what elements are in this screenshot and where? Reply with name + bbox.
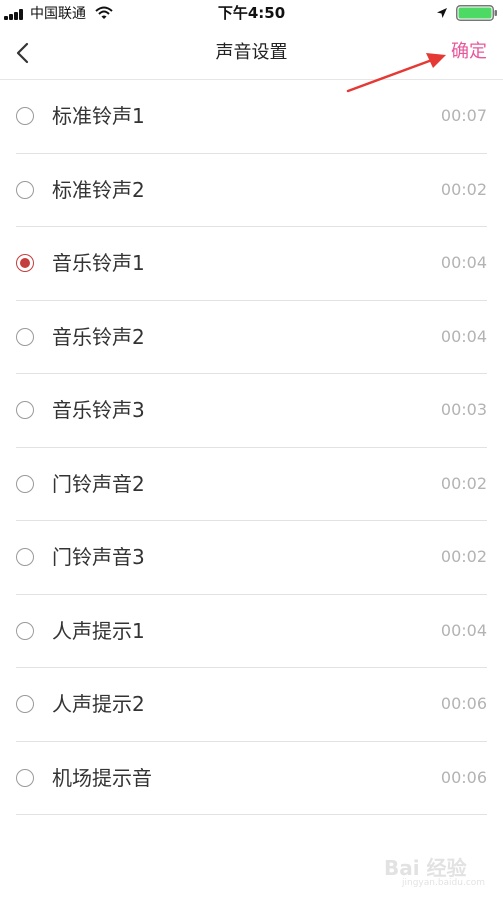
radio-unchecked-icon[interactable] bbox=[16, 327, 34, 346]
ringtone-row[interactable]: 机场提示音 00:06 bbox=[16, 742, 487, 815]
ringtone-row[interactable]: 标准铃声2 00:02 bbox=[16, 154, 487, 227]
ringtone-duration: 00:07 bbox=[440, 106, 487, 125]
status-time: 下午4:50 bbox=[217, 4, 286, 22]
radio-unchecked-icon[interactable] bbox=[16, 107, 34, 125]
ringtone-name: 音乐铃声2 bbox=[52, 324, 145, 349]
ringtone-duration: 00:06 bbox=[440, 694, 487, 713]
ringtone-name: 门铃声音2 bbox=[52, 471, 145, 496]
status-bar: 中国联通 下午4:50 bbox=[0, 0, 503, 28]
watermark-url: jingyan.baidu.com bbox=[402, 878, 486, 888]
radio-unchecked-icon[interactable] bbox=[16, 768, 34, 787]
radio-unchecked-icon[interactable] bbox=[16, 180, 34, 199]
ringtone-duration: 00:04 bbox=[440, 326, 487, 346]
ringtone-name: 门铃声音3 bbox=[52, 545, 145, 569]
ringtone-row[interactable]: 门铃声音3 00:02 bbox=[16, 521, 487, 595]
ringtone-name: 机场提示音 bbox=[52, 765, 152, 790]
ringtone-row[interactable]: 标准铃声1 00:07 bbox=[16, 80, 487, 154]
ringtone-name: 标准铃声1 bbox=[52, 104, 145, 128]
radio-unchecked-icon[interactable] bbox=[16, 401, 34, 419]
ringtone-duration: 00:04 bbox=[440, 253, 487, 272]
battery-icon bbox=[456, 5, 497, 21]
ringtone-duration: 00:02 bbox=[440, 179, 487, 199]
watermark-logo: Bai 经验 bbox=[384, 856, 467, 880]
ringtone-duration: 00:03 bbox=[440, 400, 487, 419]
ringtone-row[interactable]: 音乐铃声1 00:04 bbox=[16, 227, 487, 301]
ringtone-duration: 00:06 bbox=[440, 767, 487, 787]
radio-unchecked-icon[interactable] bbox=[16, 621, 34, 640]
location-icon bbox=[437, 8, 447, 18]
ringtone-list: 标准铃声1 00:07 标准铃声2 00:02 音乐铃声1 00:04 音乐铃声2 00:04… bbox=[0, 80, 503, 815]
radio-checked-icon[interactable] bbox=[16, 254, 34, 272]
baidu-jingyan-watermark: Bai 经验 jingyan.baidu.com bbox=[384, 848, 494, 892]
ringtone-row[interactable]: 音乐铃声2 00:04 bbox=[16, 301, 487, 374]
ringtone-name: 人声提示1 bbox=[52, 618, 145, 643]
radio-unchecked-icon[interactable] bbox=[16, 548, 34, 566]
ringtone-name: 标准铃声2 bbox=[52, 177, 145, 202]
ringtone-name: 音乐铃声3 bbox=[52, 398, 145, 422]
radio-unchecked-icon[interactable] bbox=[16, 474, 34, 493]
ringtone-name: 音乐铃声1 bbox=[52, 251, 145, 275]
ringtone-row[interactable]: 人声提示2 00:06 bbox=[16, 668, 487, 742]
ringtone-row[interactable]: 音乐铃声3 00:03 bbox=[16, 374, 487, 448]
ringtone-duration: 00:02 bbox=[440, 547, 487, 566]
ringtone-row[interactable]: 人声提示1 00:04 bbox=[16, 595, 487, 668]
ringtone-row[interactable]: 门铃声音2 00:02 bbox=[16, 448, 487, 521]
ringtone-duration: 00:02 bbox=[440, 473, 487, 493]
radio-unchecked-icon[interactable] bbox=[16, 695, 34, 713]
ringtone-duration: 00:04 bbox=[440, 620, 487, 640]
ringtone-name: 人声提示2 bbox=[52, 692, 145, 716]
